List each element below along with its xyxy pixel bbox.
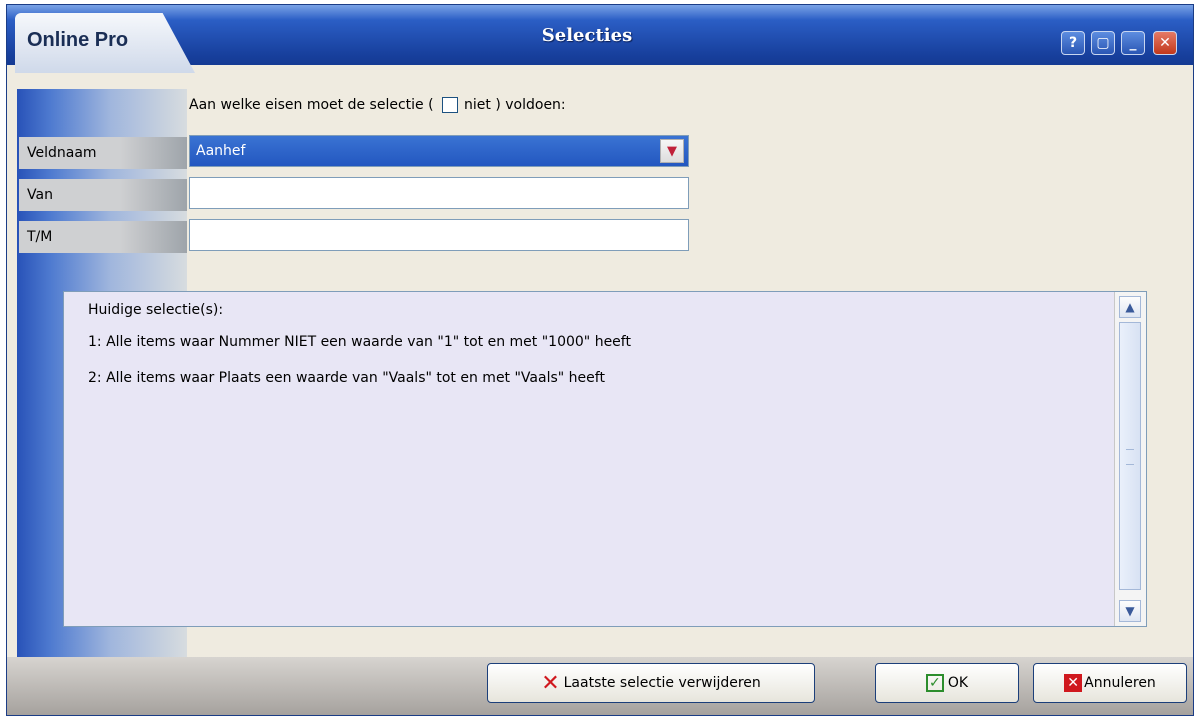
selection-item: 2: Alle items waar Plaats een waarde van… <box>88 370 605 386</box>
current-selections-heading: Huidige selectie(s): <box>88 302 224 318</box>
veldnaam-select[interactable]: Aanhef ▼ <box>189 135 689 167</box>
restore-button[interactable]: ▢ <box>1091 31 1115 55</box>
help-button[interactable]: ? <box>1061 31 1085 55</box>
chevron-down-icon: ▼ <box>1125 604 1135 618</box>
tm-input[interactable] <box>189 219 689 251</box>
cancel-icon: ✕ <box>1064 674 1083 692</box>
window-title: Selecties <box>541 25 633 46</box>
van-label: Van <box>19 179 187 211</box>
vertical-scrollbar[interactable]: ▲ ▼ <box>1114 292 1146 626</box>
chevron-up-icon: ▲ <box>1125 300 1135 314</box>
close-button[interactable]: ✕ <box>1153 31 1177 55</box>
scroll-thumb[interactable] <box>1119 322 1141 590</box>
scroll-up-button[interactable]: ▲ <box>1119 296 1141 318</box>
scroll-down-button[interactable]: ▼ <box>1119 600 1141 622</box>
veldnaam-label: Veldnaam <box>19 137 187 169</box>
close-icon: ✕ <box>1159 35 1171 51</box>
help-icon: ? <box>1068 35 1078 51</box>
minimize-button[interactable]: _ <box>1121 31 1145 55</box>
ok-label: OK <box>947 675 969 691</box>
niet-label[interactable]: niet <box>464 97 491 113</box>
niet-checkbox[interactable] <box>442 97 459 113</box>
chevron-down-icon[interactable]: ▼ <box>660 139 684 163</box>
red-x-icon: ✕ <box>541 670 560 696</box>
selection-question: Aan welke eisen moet de selectie ( niet … <box>189 97 566 113</box>
remove-last-selection-label: Laatste selectie verwijderen <box>563 675 761 691</box>
tm-label: T/M <box>19 221 187 253</box>
cancel-label: Annuleren <box>1084 675 1156 691</box>
current-selections-panel[interactable]: Huidige selectie(s): 1: Alle items waar … <box>63 291 1147 627</box>
restore-icon: ▢ <box>1096 35 1110 51</box>
ok-button[interactable]: ✓ OK <box>875 663 1019 703</box>
check-icon: ✓ <box>925 674 944 692</box>
van-input[interactable] <box>189 177 689 209</box>
selection-item: 1: Alle items waar Nummer NIET een waard… <box>88 334 631 350</box>
veldnaam-select-value: Aanhef <box>196 143 246 159</box>
app-name: Online Pro <box>27 29 129 51</box>
question-text-before: Aan welke eisen moet de selectie ( <box>189 97 439 113</box>
cancel-button[interactable]: ✕ Annuleren <box>1033 663 1187 703</box>
grip-icon <box>1126 449 1134 465</box>
question-text-after: ) voldoen: <box>490 97 566 113</box>
remove-last-selection-button[interactable]: ✕ Laatste selectie verwijderen <box>487 663 815 703</box>
minimize-icon: _ <box>1129 35 1137 51</box>
selecties-window: Online Pro Selecties ? ▢ _ ✕ Veldnaam Va… <box>6 4 1194 716</box>
